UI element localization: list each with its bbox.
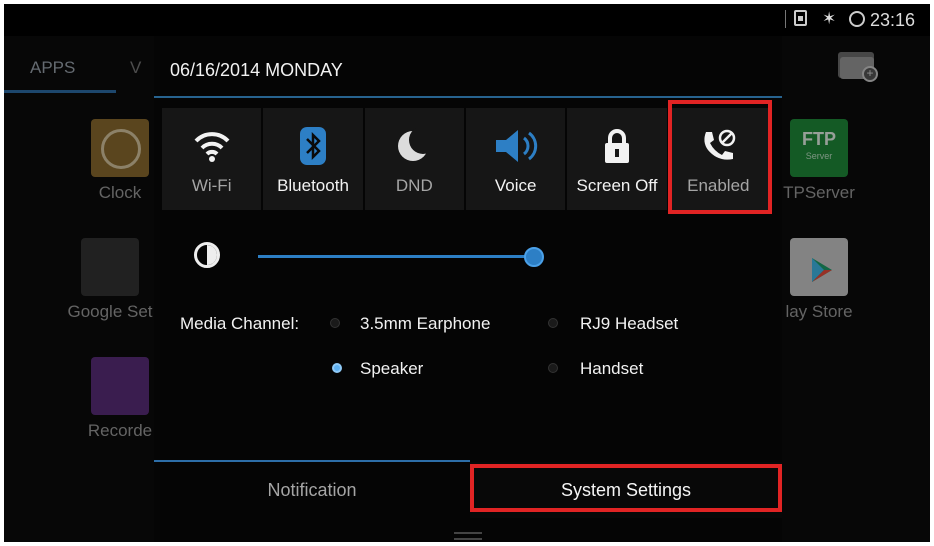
- highlight-box-system-settings: [470, 464, 782, 512]
- brightness-slider[interactable]: [258, 247, 544, 267]
- toggle-label: Wi-Fi: [191, 176, 232, 195]
- panel-date: 06/16/2014 MONDAY: [170, 60, 343, 80]
- panel-divider: [154, 96, 782, 98]
- radio-label: 3.5mm Earphone: [360, 314, 491, 333]
- toggle-dnd[interactable]: DND: [364, 108, 464, 210]
- toggle-bluetooth[interactable]: Bluetooth: [263, 108, 363, 210]
- toggle-screen-off[interactable]: Screen Off: [567, 108, 667, 210]
- radio-label: Handset: [580, 359, 644, 378]
- brightness-thumb[interactable]: [524, 247, 544, 267]
- toggle-label: Voice: [494, 176, 537, 195]
- radio-button[interactable]: [548, 318, 558, 328]
- status-separator: [785, 10, 786, 28]
- sync-icon: [849, 11, 865, 27]
- bluetooth-icon: ✶: [822, 9, 837, 29]
- wifi-icon: [162, 126, 261, 166]
- radio-label: Speaker: [360, 359, 424, 378]
- status-bar: ✶ 23:16: [4, 4, 930, 36]
- speaker-icon: [466, 126, 565, 166]
- lock-icon: [567, 126, 666, 166]
- toggle-label: Bluetooth: [277, 176, 349, 195]
- sim-icon: [794, 10, 807, 26]
- brightness-fill: [258, 255, 534, 258]
- tab-notification[interactable]: Notification: [154, 462, 470, 518]
- radio-button[interactable]: [330, 318, 340, 328]
- quick-settings-panel: 06/16/2014 MONDAY Wi-Fi Bluetooth DND Vo…: [154, 36, 782, 542]
- brightness-icon: [194, 242, 220, 268]
- toggle-voice[interactable]: Voice: [465, 108, 566, 210]
- media-channel: Media Channel: 3.5mm Earphone RJ9 Headse…: [180, 314, 760, 394]
- status-time: 23:16: [870, 10, 916, 30]
- bluetooth-icon: [263, 126, 362, 166]
- radio-button-selected[interactable]: [332, 363, 342, 373]
- moon-icon: [365, 126, 464, 166]
- highlight-box-call-block: [668, 100, 772, 214]
- toggle-label: DND: [395, 176, 433, 195]
- tablet-screen: ✶ 23:16 APPS V + Clock Google Set Record…: [4, 4, 930, 542]
- radio-label: RJ9 Headset: [580, 314, 679, 333]
- drag-handle[interactable]: [454, 532, 482, 540]
- toggle-label: Screen Off: [576, 176, 658, 195]
- media-channel-label: Media Channel:: [180, 314, 300, 333]
- radio-button[interactable]: [548, 363, 558, 373]
- toggle-wifi[interactable]: Wi-Fi: [162, 108, 262, 210]
- brightness-control: [194, 242, 554, 272]
